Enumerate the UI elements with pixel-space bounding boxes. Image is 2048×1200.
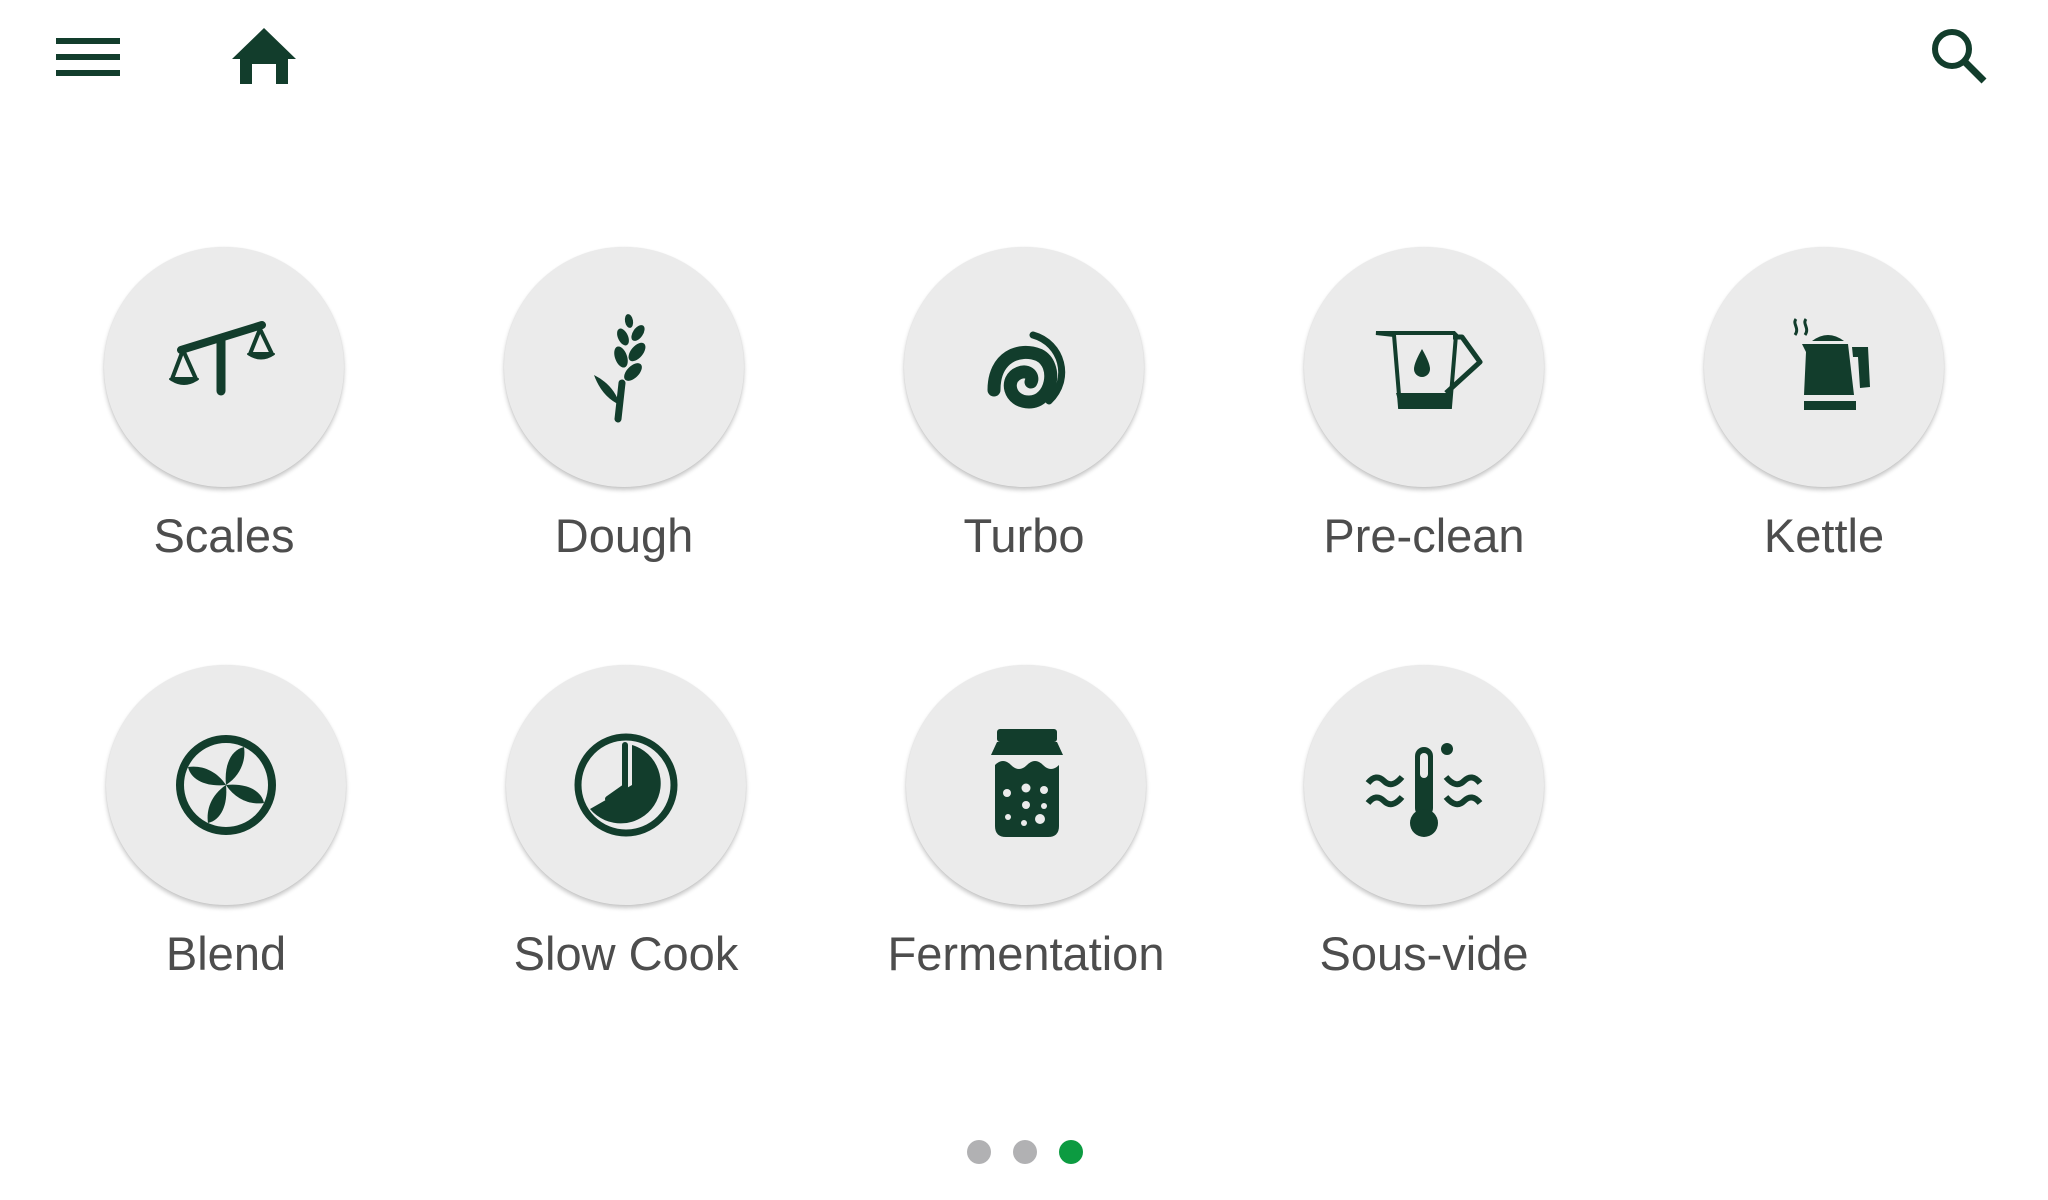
mode-label: Kettle <box>1763 509 1885 562</box>
mode-tile-slow-cook[interactable]: Slow Cook <box>466 665 786 1005</box>
menu-button[interactable] <box>52 30 124 84</box>
mode-button-fermentation[interactable] <box>906 665 1146 905</box>
mode-button-kettle[interactable] <box>1704 247 1944 487</box>
mode-button-slow-cook[interactable] <box>506 665 746 905</box>
mode-tile-fermentation[interactable]: Fermentation <box>866 665 1186 1005</box>
hamburger-menu-icon <box>56 38 120 76</box>
page-dot-1[interactable] <box>967 1140 991 1164</box>
mode-button-pre-clean[interactable] <box>1304 247 1544 487</box>
mode-tile-dough[interactable]: Dough <box>464 247 784 587</box>
mode-tile-turbo[interactable]: Turbo <box>864 247 1184 587</box>
mode-button-sous-vide[interactable] <box>1304 665 1544 905</box>
mode-label: Blend <box>165 927 287 980</box>
mode-button-dough[interactable] <box>504 247 744 487</box>
blade-icon <box>176 735 276 835</box>
mode-button-scales[interactable] <box>104 247 344 487</box>
mode-button-turbo[interactable] <box>904 247 1144 487</box>
search-icon <box>1932 29 1987 84</box>
page-indicator <box>967 1140 1083 1164</box>
jug-droplet-icon <box>1375 331 1483 409</box>
clock-icon <box>574 733 678 837</box>
scales-icon <box>169 321 275 396</box>
mode-label: Turbo <box>963 509 1085 562</box>
swirl-icon <box>987 331 1066 409</box>
mode-label: Slow Cook <box>513 927 739 980</box>
mode-label: Fermentation <box>887 927 1165 980</box>
mode-label: Dough <box>554 509 694 562</box>
search-button[interactable] <box>1926 24 1992 90</box>
mode-tile-scales[interactable]: Scales <box>64 247 384 587</box>
mode-label: Scales <box>153 509 295 562</box>
kettle-icon <box>1793 318 1870 410</box>
mode-tile-pre-clean[interactable]: Pre-clean <box>1264 247 1584 587</box>
mode-tile-sous-vide[interactable]: Sous-vide <box>1264 665 1584 1005</box>
mode-button-blend[interactable] <box>106 665 346 905</box>
wheat-icon <box>594 314 646 423</box>
jar-icon <box>991 729 1063 837</box>
page-dot-2[interactable] <box>1013 1140 1037 1164</box>
mode-tile-kettle[interactable]: Kettle <box>1664 247 1984 587</box>
home-icon <box>232 28 296 84</box>
mode-tile-blend[interactable]: Blend <box>66 665 386 1005</box>
mode-label: Sous-vide <box>1319 927 1529 980</box>
mode-label: Pre-clean <box>1323 509 1525 562</box>
page-dot-3-active[interactable] <box>1059 1140 1083 1164</box>
thermometer-water-icon <box>1365 743 1483 837</box>
home-button[interactable] <box>228 24 300 88</box>
